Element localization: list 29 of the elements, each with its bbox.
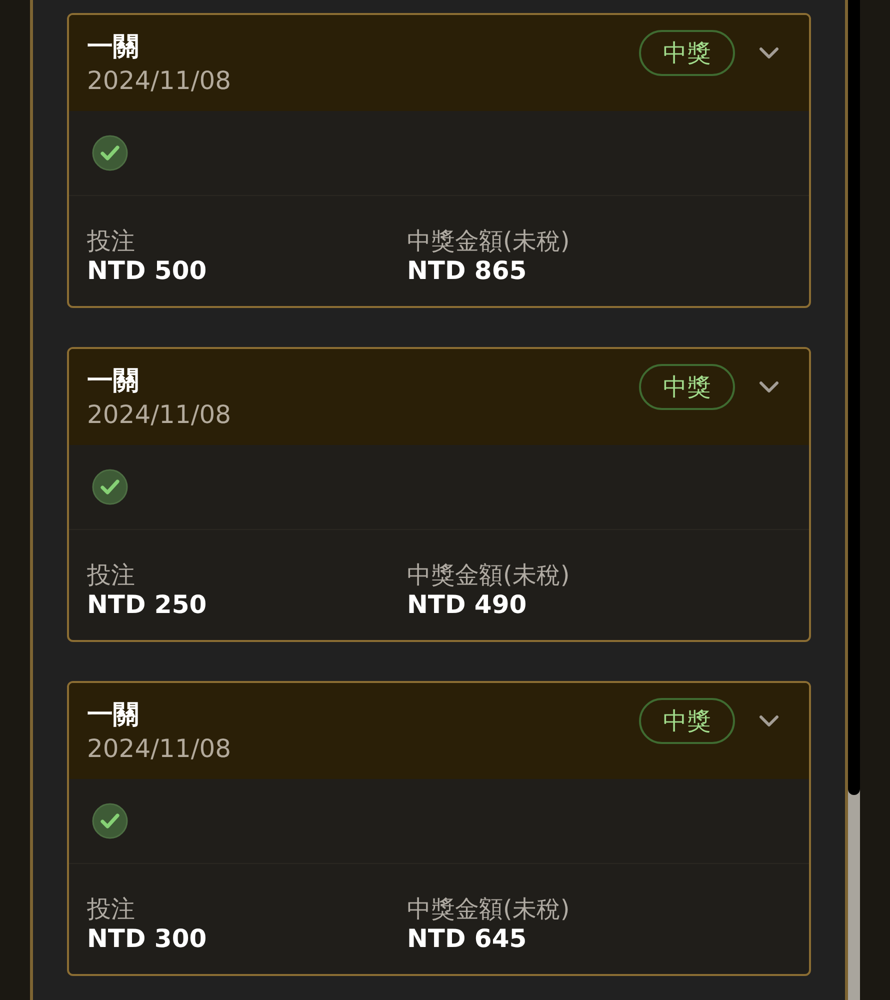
prize-label: 中獎金額(未稅) (407, 226, 571, 256)
prize-amount: NTD 865 (407, 256, 528, 286)
record-title: 一關 (87, 699, 140, 732)
record-title: 一關 (87, 365, 140, 398)
stake-amount: NTD 500 (87, 256, 208, 286)
stake-label: 投注 (87, 560, 136, 590)
prize-label: 中獎金額(未稅) (407, 560, 571, 590)
stake-label: 投注 (87, 894, 136, 924)
status-badge: 中獎 (639, 364, 735, 410)
scrollbar-track[interactable] (848, 0, 860, 1000)
record-date: 2024/11/08 (87, 399, 232, 431)
scrollbar-thumb[interactable] (848, 0, 860, 795)
check-circle-icon (92, 135, 128, 171)
record-date: 2024/11/08 (87, 733, 232, 765)
status-badge: 中獎 (639, 698, 735, 744)
stake-amount: NTD 300 (87, 924, 208, 954)
record-title: 一關 (87, 31, 140, 64)
status-badge: 中獎 (639, 30, 735, 76)
chevron-down-icon[interactable] (759, 381, 779, 393)
check-circle-icon (92, 803, 128, 839)
stake-label: 投注 (87, 226, 136, 256)
chevron-down-icon[interactable] (759, 715, 779, 727)
record-date: 2024/11/08 (87, 65, 232, 97)
prize-label: 中獎金額(未稅) (407, 894, 571, 924)
chevron-down-icon[interactable] (759, 47, 779, 59)
check-circle-icon (92, 469, 128, 505)
prize-amount: NTD 645 (407, 924, 528, 954)
stake-amount: NTD 250 (87, 590, 208, 620)
prize-amount: NTD 490 (407, 590, 528, 620)
